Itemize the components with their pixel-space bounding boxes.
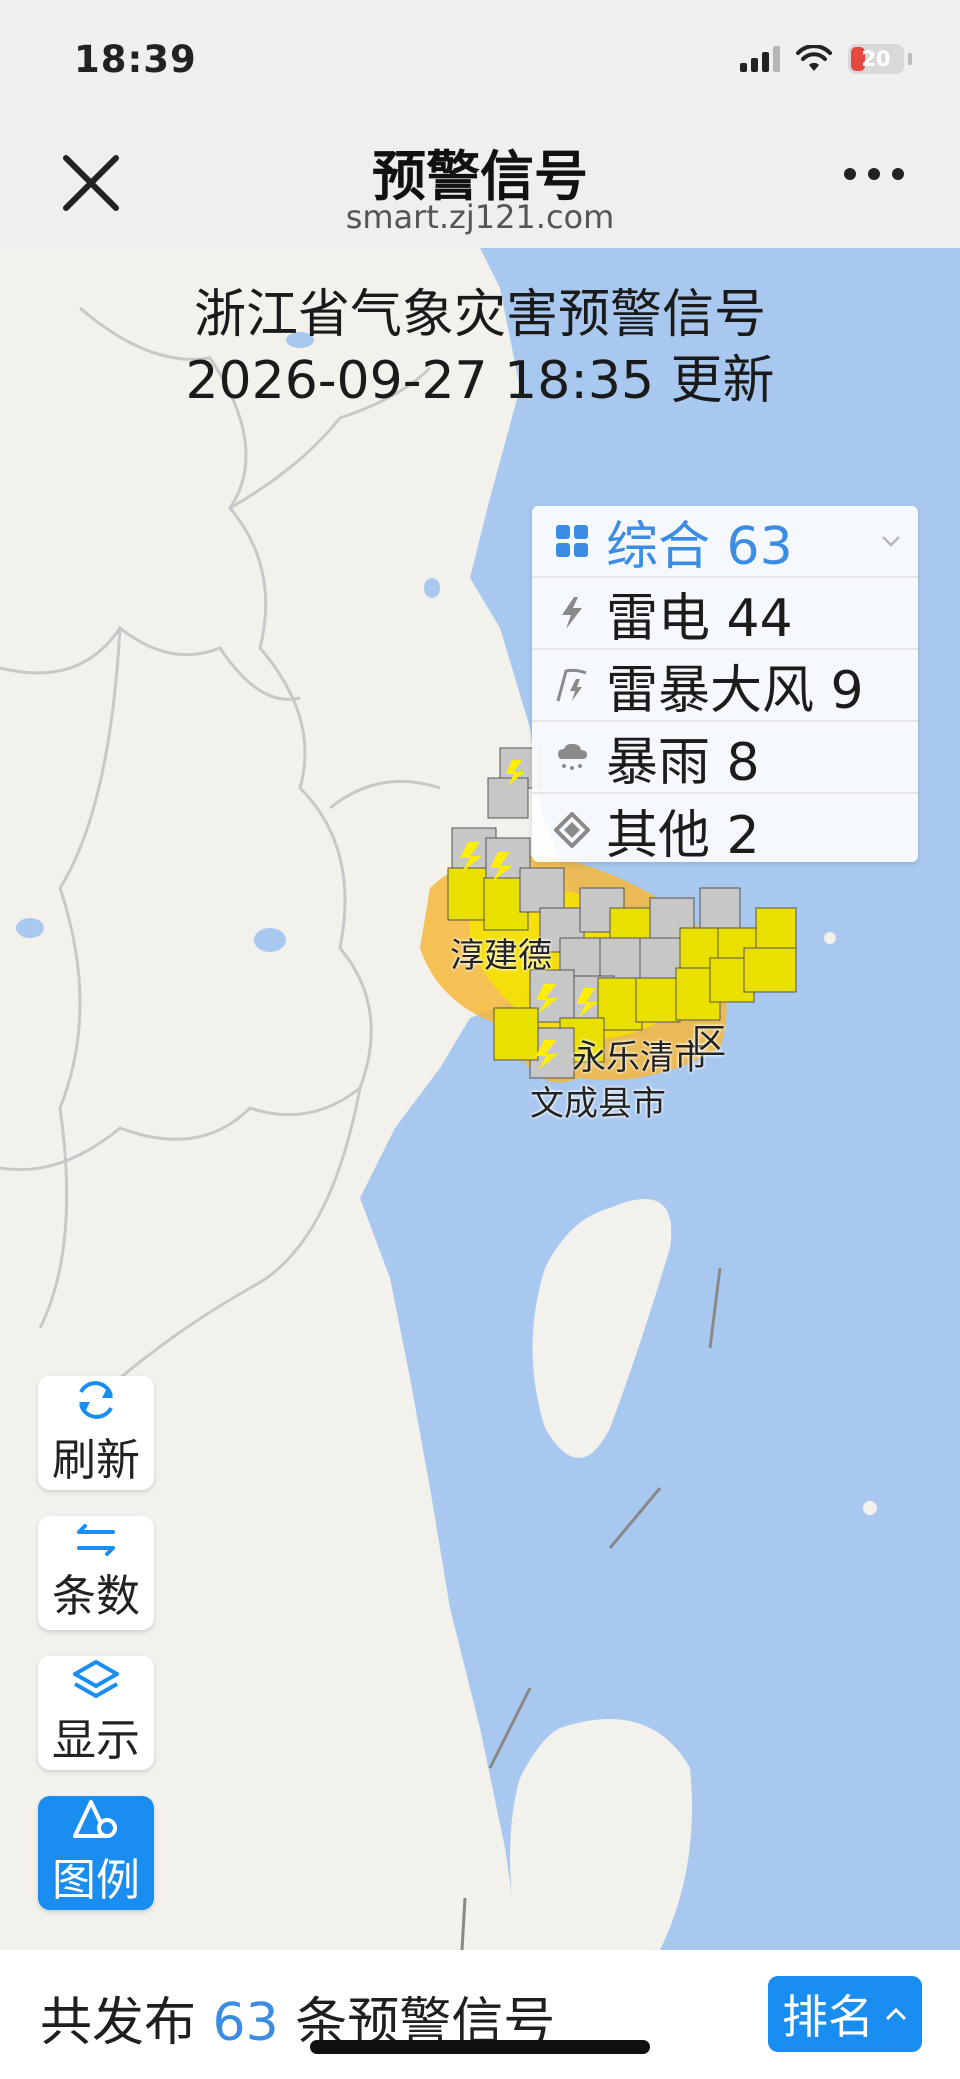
legend-label: 图例 <box>52 1855 140 1906</box>
count-button[interactable]: 条数 <box>38 1516 154 1630</box>
type-label-all: 综合 63 <box>606 516 793 577</box>
page-url: smart.zj121.com <box>345 198 615 236</box>
diamond-icon <box>552 810 592 850</box>
type-row-other[interactable]: 其他 2 <box>532 794 918 866</box>
map-title: 浙江省气象灾害预警信号 2026-09-27 18:35 更新 <box>0 282 960 414</box>
bottom-bar: 共发布 63 条预警信号 排名 <box>0 1950 960 2079</box>
total-prefix: 共发布 <box>40 1993 197 2053</box>
refresh-icon <box>79 1381 113 1419</box>
place-label-chunan: 淳建德 <box>450 936 552 976</box>
battery-tip <box>908 53 912 65</box>
map-update-time: 2026-09-27 18:35 更新 <box>185 351 775 411</box>
type-label-thunder-wind: 雷暴大风 9 <box>606 660 864 721</box>
status-icons: 20 <box>740 44 912 74</box>
type-row-rainstorm[interactable]: 暴雨 8 <box>532 722 918 794</box>
chevron-up-icon <box>885 2007 907 2021</box>
place-label-yueqing: 永乐清市 <box>572 1038 708 1078</box>
rain-cloud-icon <box>552 737 592 777</box>
place-label-district: 区 <box>692 1022 726 1062</box>
layers-icon <box>73 1660 119 1698</box>
display-label: 显示 <box>52 1715 140 1766</box>
total-count: 63 <box>212 1993 279 2053</box>
wifi-icon <box>796 45 832 71</box>
shapes-icon <box>73 1800 117 1838</box>
swap-icon <box>77 1524 115 1556</box>
type-row-lightning[interactable]: 雷电 44 <box>532 578 918 650</box>
home-indicator <box>310 2040 650 2054</box>
refresh-label: 刷新 <box>52 1435 140 1486</box>
count-label: 条数 <box>52 1571 140 1622</box>
warning-type-panel[interactable]: 综合 63 雷电 44 雷暴大风 9 暴雨 8 其他 2 <box>532 506 918 866</box>
legend-button[interactable]: 图例 <box>38 1796 154 1910</box>
type-label-lightning: 雷电 44 <box>606 588 793 649</box>
type-label-other: 其他 2 <box>606 805 760 866</box>
top-bar: 18:39 20 预警信号 smart.zj121.com <box>0 0 960 248</box>
place-label-wencheng: 文成县市 <box>530 1084 666 1124</box>
thunder-wind-icon <box>552 665 592 705</box>
more-icon[interactable] <box>844 168 904 180</box>
status-time: 18:39 <box>74 38 197 81</box>
battery-icon: 20 <box>848 44 904 74</box>
display-button[interactable]: 显示 <box>38 1656 154 1770</box>
lightning-icon <box>552 593 592 633</box>
type-label-rainstorm: 暴雨 8 <box>606 732 760 793</box>
map-title-line1: 浙江省气象灾害预警信号 <box>193 285 766 345</box>
rank-button[interactable]: 排名 <box>768 1976 922 2052</box>
type-row-thunder-wind[interactable]: 雷暴大风 9 <box>532 650 918 722</box>
refresh-button[interactable]: 刷新 <box>38 1376 154 1490</box>
rank-label: 排名 <box>782 1990 874 2044</box>
battery-level: 20 <box>861 47 891 71</box>
chevron-down-icon[interactable] <box>880 530 902 552</box>
type-row-all[interactable]: 综合 63 <box>532 506 918 578</box>
cellular-signal-icon <box>740 46 780 72</box>
grid-icon <box>552 521 592 561</box>
